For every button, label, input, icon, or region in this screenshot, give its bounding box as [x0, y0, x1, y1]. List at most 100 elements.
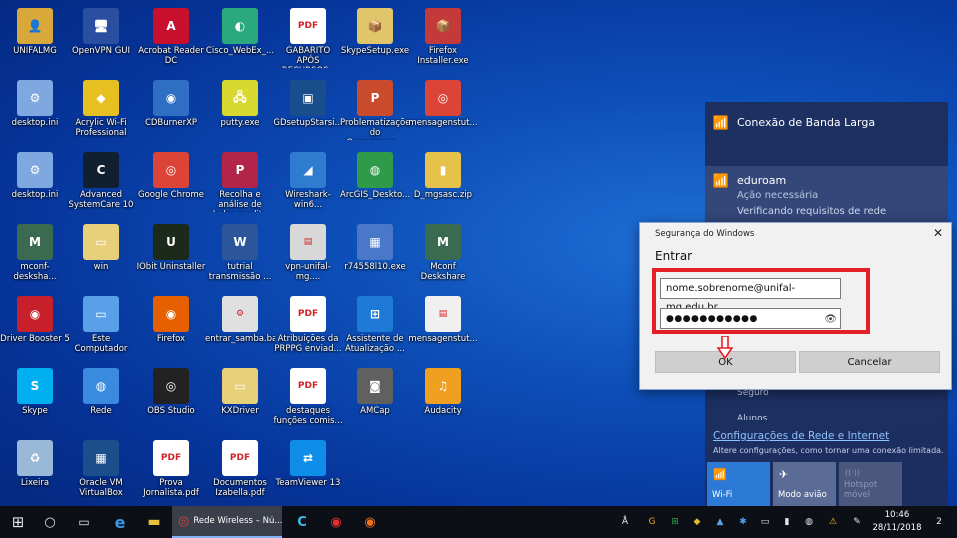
desktop-icon[interactable]: C Advanced SystemCare 10 — [66, 148, 136, 218]
app-icon: ⇄ — [290, 440, 326, 476]
desktop-icon-label: Mconf Deskshare — [420, 262, 466, 282]
mobile-hotspot-tile[interactable]: ((·)) Hotspot móvel — [839, 462, 902, 506]
network-alunos[interactable]: Alunos — [737, 414, 767, 420]
desktop-icon[interactable]: ◢ Wireshark-win6... — [273, 148, 343, 218]
desktop-icon[interactable]: ▮ D_mgsasc.zip — [408, 148, 478, 218]
task-view-button[interactable]: ▭ — [72, 506, 96, 538]
cancel-button[interactable]: Cancelar — [799, 351, 940, 373]
desktop-icon-label: OpenVPN GUI — [71, 46, 131, 56]
desktop-icon[interactable]: PRecolha e análise de dados qualit... — [205, 148, 275, 218]
desktop-icon[interactable]: U IObit Uninstaller — [136, 220, 206, 290]
eduroam-name: eduroam — [737, 174, 787, 187]
desktop-icon[interactable]: PDF Atribuições da PRPPG enviad... — [273, 292, 343, 362]
desktop-icon[interactable]: ◉ Firefox — [136, 292, 206, 362]
desktop-icon[interactable]: ⚙ entrar_samba.bat — [205, 292, 275, 362]
desktop-icon-label: desktop.ini — [11, 190, 59, 200]
desktop-icon[interactable]: PDF Documentos Izabella.pdf — [205, 436, 275, 506]
app-icon: ◎ — [425, 80, 461, 116]
edge-icon[interactable]: e — [108, 506, 132, 538]
desktop-icon[interactable]: A Acrobat Reader DC — [136, 4, 206, 74]
ccleaner-icon[interactable]: C — [290, 506, 314, 538]
people-icon[interactable]: Å — [618, 506, 632, 538]
desktop-icon-label: Driver Booster 5 — [0, 334, 70, 344]
tray-app-icon[interactable]: G — [645, 506, 659, 538]
desktop-icon-label: ArcGIS_Deskto... — [340, 190, 410, 200]
firefox-icon[interactable]: ◉ — [358, 506, 382, 538]
desktop-icon[interactable]: ◐ Cisco_WebEx_... — [205, 4, 275, 74]
tray-app-icon[interactable]: ▭ — [758, 506, 772, 538]
desktop-icon[interactable]: ◉ Driver Booster 5 — [0, 292, 70, 362]
app-icon: ▤ — [290, 224, 326, 260]
desktop-icon[interactable]: ▭ Este Computador — [66, 292, 136, 362]
bluetooth-icon[interactable]: ✱ — [736, 506, 750, 538]
desktop-icon[interactable]: ⊞ Assistente de Atualização ... — [340, 292, 410, 362]
app-icon: ♻ — [17, 440, 53, 476]
taskbar-clock[interactable]: 10:46 28/11/2018 — [869, 509, 925, 535]
desktop-icon[interactable]: ◎ Google Chrome — [136, 148, 206, 218]
start-button[interactable]: ⊞ — [6, 506, 30, 538]
password-field[interactable]: ●●●●●●●●●●● 👁 — [660, 308, 841, 329]
desktop-icon[interactable]: Wtutrial transmissão ... — [205, 220, 275, 290]
desktop-icon-label: Atribuições da PRPPG enviad... — [274, 334, 342, 354]
close-icon[interactable]: ✕ — [931, 226, 945, 240]
desktop-icon[interactable]: ◎ OBS Studio — [136, 364, 206, 434]
reveal-password-icon[interactable]: 👁 — [824, 310, 837, 329]
app-icon: S — [17, 368, 53, 404]
desktop-icon-label: tutrial transmissão ... — [208, 262, 272, 282]
app-icon: C — [83, 152, 119, 188]
desktop-icon[interactable]: ◎ mensagenstut... — [408, 76, 478, 146]
desktop-icon[interactable]: ⚙ desktop.ini — [0, 76, 70, 146]
desktop-icon[interactable]: M Mconf Deskshare — [408, 220, 478, 290]
desktop-icon[interactable]: ◉ CDBurnerXP — [136, 76, 206, 146]
tray-app-icon[interactable]: ▲ — [713, 506, 727, 538]
desktop-icon[interactable]: ⚙ desktop.ini — [0, 148, 70, 218]
network-icon[interactable]: ◍ — [802, 506, 816, 538]
tray-app-icon[interactable]: ◆ — [690, 506, 704, 538]
desktop-icon[interactable]: 📦 SkypeSetup.exe — [340, 4, 410, 74]
app-icon: P — [357, 80, 393, 116]
desktop-icon[interactable]: ⇄ TeamViewer 13 — [273, 436, 343, 506]
desktop-icon-label: D_mgsasc.zip — [413, 190, 473, 200]
desktop-icon[interactable]: PProblematizações do Queermuse... — [340, 76, 410, 146]
broadband-connection[interactable]: 📶 Conexão de Banda Larga — [705, 116, 948, 131]
app-icon: ▭ — [83, 224, 119, 260]
desktop-icon-label: putty.exe — [220, 118, 260, 128]
desktop-icon[interactable]: ♻ Lixeira — [0, 436, 70, 506]
driver-booster-icon[interactable]: ◉ — [324, 506, 348, 538]
desktop-icon[interactable]: ◍ ArcGIS_Deskto... — [340, 148, 410, 218]
notification-center-button[interactable]: 2 — [929, 506, 949, 538]
desktop-icon[interactable]: S Skype — [0, 364, 70, 434]
desktop-icon[interactable]: ◆ Acrylic Wi-Fi Professional — [66, 76, 136, 146]
desktop-icon[interactable]: ▦ r74558l10.exe — [340, 220, 410, 290]
desktop-icon[interactable]: ▣ GDsetupStarsi... — [273, 76, 343, 146]
desktop-icon[interactable]: PDF Prova Jornalista.pdf — [136, 436, 206, 506]
desktop-icon[interactable]: PDFGABARITO APÓS RECURSOS - Jo... — [273, 4, 343, 74]
airplane-mode-tile[interactable]: ✈ Modo avião — [773, 462, 836, 506]
desktop-icon[interactable]: ◍ Rede — [66, 364, 136, 434]
desktop-icon[interactable]: 📦 Firefox Installer.exe — [408, 4, 478, 74]
desktop-icon[interactable]: 🖧 putty.exe — [205, 76, 275, 146]
network-settings-link[interactable]: Configurações de Rede e Internet — [713, 430, 889, 442]
search-button[interactable]: ○ — [38, 506, 62, 538]
desktop-icon[interactable]: 🖥 OpenVPN GUI — [66, 4, 136, 74]
desktop-icon[interactable]: ♫ Audacity — [408, 364, 478, 434]
desktop-icon[interactable]: ▤ mensagenstut... — [408, 292, 478, 362]
battery-icon[interactable]: ▮ — [780, 506, 794, 538]
app-icon: W — [222, 224, 258, 260]
desktop-icon-label: Documentos Izabella.pdf — [213, 478, 267, 498]
file-explorer-icon[interactable]: ▬ — [142, 506, 166, 538]
desktop-icon[interactable]: Mmconf-desksha... — [0, 220, 70, 290]
username-field[interactable]: nome.sobrenome@unifal-mg.edu.br — [660, 278, 841, 313]
wifi-tile[interactable]: 📶 Wi-Fi — [707, 462, 770, 506]
desktop-icon[interactable]: ▭ win — [66, 220, 136, 290]
warning-icon[interactable]: ⚠ — [826, 506, 840, 538]
desktop-icon[interactable]: ◙ AMCap — [340, 364, 410, 434]
desktop-icon[interactable]: ▤ vpn-unifal-mg.... — [273, 220, 343, 290]
pen-icon[interactable]: ✎ — [850, 506, 864, 538]
desktop-icon[interactable]: ▦ Oracle VM VirtualBox — [66, 436, 136, 506]
desktop-icon[interactable]: ▭ KXDriver — [205, 364, 275, 434]
desktop-icon[interactable]: PDF destaques funções comis... — [273, 364, 343, 434]
chrome-taskbar-app[interactable]: ◎ Rede Wireless – Nú... — [172, 506, 282, 538]
tray-app-icon[interactable]: ⊞ — [668, 506, 682, 538]
desktop-icon[interactable]: 👤 UNIFALMG — [0, 4, 70, 74]
